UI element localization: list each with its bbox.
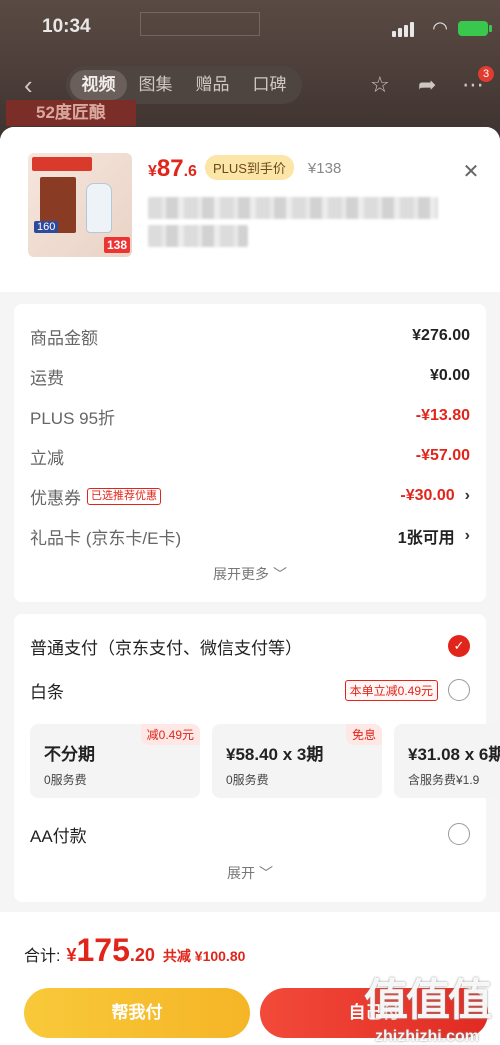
amount-label: 立减 — [30, 448, 64, 468]
pay-option-normal[interactable]: 普通支付（京东支付、微信支付等） ✓ — [30, 624, 470, 668]
close-icon[interactable]: ✕ — [458, 159, 484, 185]
plan-subtitle: 0服务费 — [226, 773, 269, 787]
promo-banner: 52度匠酿 — [6, 100, 136, 126]
radio-unchecked-icon[interactable] — [448, 679, 470, 701]
total-symbol: ¥ — [66, 945, 77, 965]
gift-card-row[interactable]: 礼品卡 (京东卡/E卡) 1张可用 › — [30, 516, 470, 556]
battery-icon — [458, 21, 492, 36]
checkout-bottom-bar: 合计: ¥ 175 .20 共减 ¥100.80 帮我付 自己付 值值值 zhi… — [0, 912, 500, 1045]
watermark-text: zhizhizhi.com — [375, 1028, 479, 1045]
product-summary: 160 138 ¥ 87 .6 PLUS到手价 ¥138 ✕ — [0, 127, 500, 292]
price-decimal: .6 — [183, 163, 197, 180]
product-thumbnail: 160 138 — [28, 153, 132, 257]
chevron-down-icon: ﹀ — [272, 566, 287, 582]
plus-price-tag: PLUS到手价 — [204, 155, 294, 180]
amount-value: ¥276.00 — [412, 327, 470, 344]
pay-option-aa[interactable]: AA付款 — [30, 812, 470, 856]
installment-plan[interactable]: ¥31.08 x 6期 含服务费¥1.9 — [394, 724, 500, 798]
price-row: ¥ 87 .6 PLUS到手价 ¥138 — [148, 155, 341, 183]
amount-label: PLUS 95折 — [30, 408, 116, 428]
favorite-icon[interactable]: ☆ — [370, 72, 390, 98]
plan-title: ¥31.08 x 6期 — [408, 745, 500, 764]
status-time: 10:34 — [42, 16, 91, 37]
tab-video[interactable]: 视频 — [70, 70, 127, 100]
total-summary: 合计: ¥ 175 .20 共减 ¥100.80 — [24, 932, 245, 969]
installment-plan[interactable]: 免息 ¥58.40 x 3期 0服务费 — [212, 724, 382, 798]
expand-payment-button[interactable]: 展开 ﹀ — [30, 856, 470, 890]
pay-option-baitiao[interactable]: 白条 本单立减0.49元 — [30, 668, 470, 712]
amount-label: 商品金额 — [30, 328, 98, 348]
thumb-brand-strip — [32, 157, 92, 171]
radio-unchecked-icon[interactable] — [448, 823, 470, 845]
share-icon[interactable]: ➦ — [418, 72, 436, 98]
amount-breakdown: 商品金额 ¥276.00 运费 ¥0.00 PLUS 95折 -¥13.80 立… — [14, 304, 486, 602]
coupon-recommended-tag: 已选推荐优惠 — [87, 487, 161, 505]
chevron-down-icon: ﹀ — [258, 865, 273, 881]
total-decimal: .20 — [129, 945, 155, 965]
price-integer: 87 — [156, 155, 184, 182]
plan-subtitle: 0服务费 — [44, 773, 87, 787]
amount-label: 礼品卡 (京东卡/E卡) — [30, 528, 182, 548]
total-saved: 共减 ¥100.80 — [162, 948, 246, 964]
check-icon[interactable]: ✓ — [448, 635, 470, 657]
watermark-logo: 值值值 — [364, 976, 492, 1025]
original-price: ¥138 — [307, 160, 342, 177]
expand-label: 展开 — [227, 865, 256, 881]
background-product-page: 10:34 ◠ ‹ 视频 图集 赠品 口碑 ☆ ➦ ⋯ 3 52度匠酿 — [0, 0, 500, 140]
amount-value: 1张可用 — [397, 530, 455, 547]
expand-more-button[interactable]: 展开更多 ﹀ — [30, 556, 470, 592]
payment-methods: 普通支付（京东支付、微信支付等） ✓ 白条 本单立减0.49元 减0.49元 不… — [14, 614, 500, 902]
status-bar: 10:34 ◠ — [0, 0, 500, 56]
tab-reviews[interactable]: 口碑 — [241, 70, 298, 100]
expand-more-label: 展开更多 — [213, 566, 270, 582]
help-me-pay-button[interactable]: 帮我付 — [24, 988, 250, 1038]
amount-value: -¥57.00 — [415, 447, 470, 464]
plan-subtitle: 含服务费¥1.9 — [408, 773, 480, 787]
coupon-row[interactable]: 优惠券 已选推荐优惠 -¥30.00 › — [30, 476, 470, 516]
back-icon[interactable]: ‹ — [24, 70, 33, 101]
chevron-right-icon: › — [464, 527, 470, 544]
total-integer: 175 — [76, 932, 130, 968]
tab-gifts[interactable]: 赠品 — [184, 70, 241, 100]
brand-seal-logo — [140, 12, 260, 36]
amount-row: PLUS 95折 -¥13.80 — [30, 396, 470, 436]
product-tabs: 视频 图集 赠品 口碑 — [66, 66, 302, 104]
total-label: 合计: — [24, 948, 61, 965]
plan-title: ¥58.40 x 3期 — [226, 745, 324, 764]
plan-corner-tag: 免息 — [345, 724, 382, 745]
wifi-icon: ◠ — [432, 18, 448, 38]
thumb-bottle — [86, 183, 112, 233]
checkout-sheet: 160 138 ¥ 87 .6 PLUS到手价 ¥138 ✕ 商品金额 ¥276… — [0, 127, 500, 1045]
amount-row: 商品金额 ¥276.00 — [30, 316, 470, 356]
tab-gallery[interactable]: 图集 — [127, 70, 184, 100]
amount-value: -¥30.00 — [400, 487, 455, 504]
chevron-right-icon: › — [464, 487, 470, 504]
amount-row: 运费 ¥0.00 — [30, 356, 470, 396]
product-title-blurred — [148, 197, 438, 219]
pay-option-label: 白条 — [30, 682, 64, 702]
plan-corner-tag: 减0.49元 — [140, 724, 200, 745]
pay-option-label: 普通支付（京东支付、微信支付等） — [30, 638, 302, 658]
cart-badge: 3 — [478, 66, 494, 82]
baitiao-discount-tag: 本单立减0.49元 — [344, 679, 438, 701]
signal-icon — [392, 22, 414, 37]
thumb-badge: 160 — [34, 221, 59, 233]
price-symbol: ¥ — [148, 163, 157, 180]
amount-value: -¥13.80 — [415, 407, 470, 424]
amount-label: 优惠券 — [30, 488, 81, 508]
amount-row: 立减 -¥57.00 — [30, 436, 470, 476]
pay-option-label: AA付款 — [30, 826, 87, 846]
installment-plan[interactable]: 减0.49元 不分期 0服务费 — [30, 724, 200, 798]
thumb-price: 138 — [103, 237, 130, 253]
product-spec-blurred — [148, 225, 248, 247]
installment-plans: 减0.49元 不分期 0服务费 免息 ¥58.40 x 3期 0服务费 ¥31.… — [30, 724, 500, 798]
amount-value: ¥0.00 — [429, 367, 470, 384]
site-watermark: 值值值 zhizhizhi.com — [364, 964, 492, 1045]
amount-label: 运费 — [30, 368, 64, 388]
